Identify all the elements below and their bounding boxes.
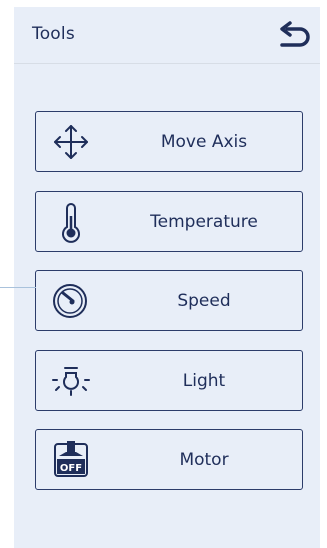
off-text: OFF	[60, 463, 82, 474]
temperature-button[interactable]: Temperature	[35, 191, 303, 252]
motor-off-switch-icon: OFF	[48, 438, 94, 482]
move-axis-button[interactable]: Move Axis	[35, 111, 303, 172]
back-arrow-icon	[280, 21, 310, 47]
motor-label: Motor	[179, 449, 229, 470]
motor-button[interactable]: OFF Motor	[35, 429, 303, 490]
move-axis-icon	[48, 120, 94, 164]
light-label: Light	[182, 370, 226, 391]
speedometer-icon	[48, 279, 94, 323]
page-title: Tools	[32, 24, 75, 44]
speed-button[interactable]: Speed	[35, 270, 303, 331]
speed-label: Speed	[177, 290, 231, 311]
thermometer-icon	[48, 200, 94, 244]
guide-line	[0, 287, 36, 288]
move-axis-label: Move Axis	[160, 131, 248, 152]
light-bulb-icon	[48, 359, 94, 403]
header-bar: Tools	[14, 7, 320, 64]
light-button[interactable]: Light	[35, 350, 303, 411]
tools-panel: Tools Move Axis Temperature Speed Light …	[14, 7, 320, 548]
back-button[interactable]	[276, 21, 310, 51]
temperature-label: Temperature	[150, 211, 258, 232]
